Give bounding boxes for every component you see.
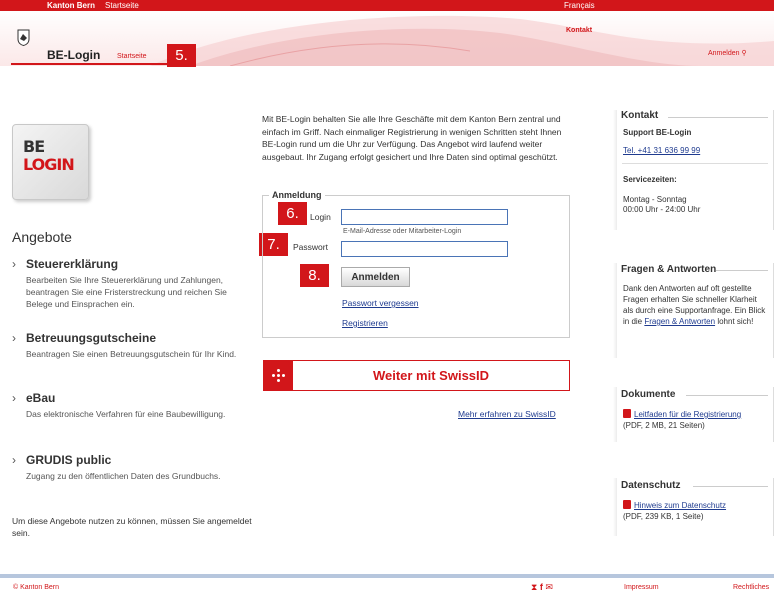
offer-betreuungsgutscheine[interactable]: › Betreuungsgutscheine Beantragen Sie ein…: [12, 331, 242, 360]
leitfaden-label: Leitfaden für die Registrierung: [634, 410, 742, 419]
chevron-right-icon: ›: [12, 331, 16, 345]
swissid-button[interactable]: Weiter mit SwissID: [263, 360, 570, 391]
logo-text-be: BE: [23, 137, 45, 156]
swissid-button-label: Weiter mit SwissID: [372, 368, 490, 383]
login-legend: Anmeldung: [269, 190, 325, 200]
offer-title: eBau: [26, 391, 56, 405]
password-label: Passwort: [293, 242, 328, 252]
password-input[interactable]: [341, 241, 508, 257]
chevron-right-icon: ›: [12, 257, 16, 271]
login-hint: E-Mail-Adresse oder Mitarbeiter-Login: [343, 228, 462, 235]
user-icon: ⚲: [741, 50, 747, 57]
service-title: Servicezeiten:: [623, 175, 677, 184]
swissid-more-link[interactable]: Mehr erfahren zu SwissID: [458, 409, 556, 419]
service-hours: 00:00 Uhr - 24:00 Uhr: [623, 205, 701, 214]
anmelden-button[interactable]: Anmelden: [341, 267, 410, 287]
datenschutz-link[interactable]: Hinweis zum Datenschutz: [623, 500, 726, 511]
canton-home-link[interactable]: Startseite: [105, 0, 139, 11]
dokumente-title: Dokumente: [621, 389, 676, 400]
offer-description: Zugang zu den öffentlichen Daten des Gru…: [26, 471, 221, 481]
impressum-link[interactable]: Impressum: [624, 584, 659, 591]
angebote-heading: Angebote: [12, 229, 72, 245]
header-kontakt-link[interactable]: Kontakt: [566, 27, 592, 34]
forgot-password-link[interactable]: Passwort vergessen: [342, 298, 419, 308]
faq-title: Fragen & Antworten: [621, 264, 717, 275]
offer-description: Beantragen Sie einen Betreuungsgutschein…: [26, 349, 237, 359]
header-anmelden-label: Anmelden: [708, 50, 740, 57]
datenschutz-meta: (PDF, 239 KB, 1 Seite): [623, 512, 704, 521]
login-required-note: Um diese Angebote nutzen zu können, müss…: [12, 516, 252, 538]
be-login-logo: BE LOGIN: [12, 124, 89, 200]
rechtliches-link[interactable]: Rechtliches: [733, 584, 769, 591]
leitfaden-link[interactable]: Leitfaden für die Registrierung: [623, 409, 741, 420]
header-startseite-link[interactable]: Startseite: [117, 53, 147, 60]
offer-description: Das elektronische Verfahren für eine Bau…: [26, 409, 226, 419]
offer-title: Steuererklärung: [26, 257, 119, 271]
site-footer: © Kanton Bern ⧗ f ✉ Impressum Rechtliche…: [0, 578, 774, 591]
chevron-right-icon: ›: [12, 453, 16, 467]
offer-description: Bearbeiten Sie Ihre Steuererklärung und …: [26, 275, 227, 309]
faq-body-end: lohnt sich!: [717, 317, 754, 326]
login-label: Login: [310, 212, 331, 222]
kontakt-title-rule: [668, 117, 768, 118]
site-header: BE-Login Startseite Kontakt Anmelden ⚲: [0, 11, 774, 66]
faq-text: Dank den Antworten auf oft gestellte Fra…: [623, 283, 769, 327]
faq-title-rule: [716, 270, 768, 271]
top-bar: Kanton Bern Startseite Français: [0, 0, 774, 11]
logo-text-login: LOGIN: [23, 155, 75, 174]
faq-link[interactable]: Fragen & Antworten: [644, 317, 715, 326]
kontakt-divider: [622, 163, 768, 164]
kontakt-phone-link[interactable]: Tel. +41 31 636 99 99: [623, 145, 700, 156]
pdf-icon: [623, 409, 631, 418]
datenschutz-title: Datenschutz: [621, 480, 681, 491]
datenschutz-label: Hinweis zum Datenschutz: [634, 501, 727, 510]
kontakt-title: Kontakt: [621, 110, 659, 121]
mail-icon[interactable]: ✉: [545, 582, 553, 591]
brand-underline: [11, 63, 171, 65]
leitfaden-meta: (PDF, 2 MB, 21 Seiten): [623, 421, 705, 430]
offer-ebau[interactable]: › eBau Das elektronische Verfahren für ei…: [12, 391, 242, 420]
twitter-icon[interactable]: ⧗: [531, 582, 537, 591]
datenschutz-title-rule: [693, 486, 768, 487]
facebook-icon[interactable]: f: [540, 582, 543, 591]
step-marker-5: 5.: [167, 44, 196, 67]
language-link[interactable]: Français: [564, 0, 595, 11]
chevron-right-icon: ›: [12, 391, 16, 405]
kontakt-support: Support BE-Login: [623, 128, 692, 137]
brand-title: BE-Login: [47, 48, 101, 62]
dokumente-title-rule: [686, 395, 768, 396]
swissid-logo-icon: [264, 361, 293, 390]
intro-text: Mit BE-Login behalten Sie alle Ihre Gesc…: [262, 114, 562, 162]
copyright: © Kanton Bern: [13, 584, 60, 591]
canton-bern-crest-icon: [17, 29, 30, 46]
header-anmelden-link[interactable]: Anmelden ⚲: [708, 49, 747, 57]
register-link[interactable]: Registrieren: [342, 318, 388, 328]
pdf-icon: [623, 500, 631, 509]
social-icons: ⧗ f ✉: [531, 582, 553, 591]
canton-link[interactable]: Kanton Bern: [47, 0, 95, 11]
offer-steuererklaerung[interactable]: › Steuererklärung Bearbeiten Sie Ihre Ste…: [12, 257, 242, 310]
offer-title: GRUDIS public: [26, 453, 112, 467]
offer-title: Betreuungsgutscheine: [26, 331, 157, 345]
login-input[interactable]: [341, 209, 508, 225]
offer-grudis-public[interactable]: › GRUDIS public Zugang zu den öffentliche…: [12, 453, 242, 482]
